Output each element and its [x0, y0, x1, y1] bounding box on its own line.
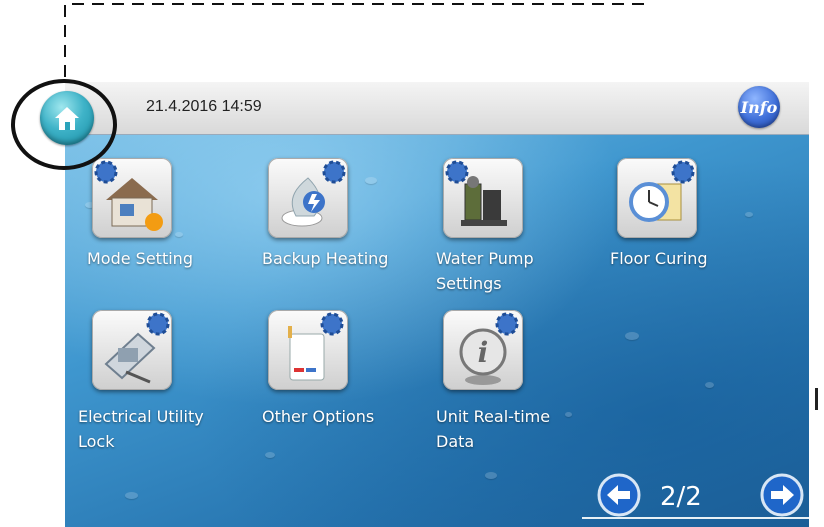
electrical-lock-icon	[92, 310, 172, 390]
status-bar: 21.4.2016 14:59	[65, 82, 809, 135]
menu-item-label: Mode Setting	[87, 249, 193, 268]
previous-page-button[interactable]	[596, 472, 642, 518]
home-highlight-circle	[11, 79, 117, 170]
water-droplet	[485, 472, 497, 479]
menu-item-label: Floor Curing	[610, 249, 708, 268]
house-mode-icon	[92, 158, 172, 238]
page-indicator: 2/2	[660, 482, 702, 512]
next-page-button[interactable]	[759, 472, 805, 518]
water-droplet	[745, 212, 753, 217]
menu-item-label: Water Pump Settings	[436, 249, 534, 293]
water-pump-icon	[443, 158, 523, 238]
datetime-display: 21.4.2016 14:59	[146, 98, 262, 115]
water-droplet	[365, 177, 377, 184]
info-label: Info	[740, 97, 778, 117]
callout-dashed-line	[64, 3, 644, 82]
menu-item-label: Unit Real-time Data	[436, 407, 551, 451]
menu-item-label: Other Options	[262, 407, 375, 426]
floor-curing-clock-icon	[617, 158, 697, 238]
water-droplet	[625, 332, 639, 340]
touch-screen: 21.4.2016 14:59	[65, 82, 809, 527]
water-droplet	[565, 412, 572, 417]
water-droplet	[705, 382, 714, 388]
realtime-data-icon: i	[443, 310, 523, 390]
menu-item-label: Electrical Utility Lock	[78, 407, 204, 451]
water-droplet	[125, 492, 138, 499]
info-button[interactable]: Info	[738, 86, 780, 128]
screen-edge-marker	[815, 388, 818, 410]
other-options-icon	[268, 310, 348, 390]
menu-item-label: Backup Heating	[262, 249, 389, 268]
svg-text:i: i	[478, 336, 489, 369]
backup-heating-icon	[268, 158, 348, 238]
water-droplet	[175, 232, 183, 237]
water-droplet	[265, 452, 275, 458]
bottom-divider	[582, 517, 809, 519]
